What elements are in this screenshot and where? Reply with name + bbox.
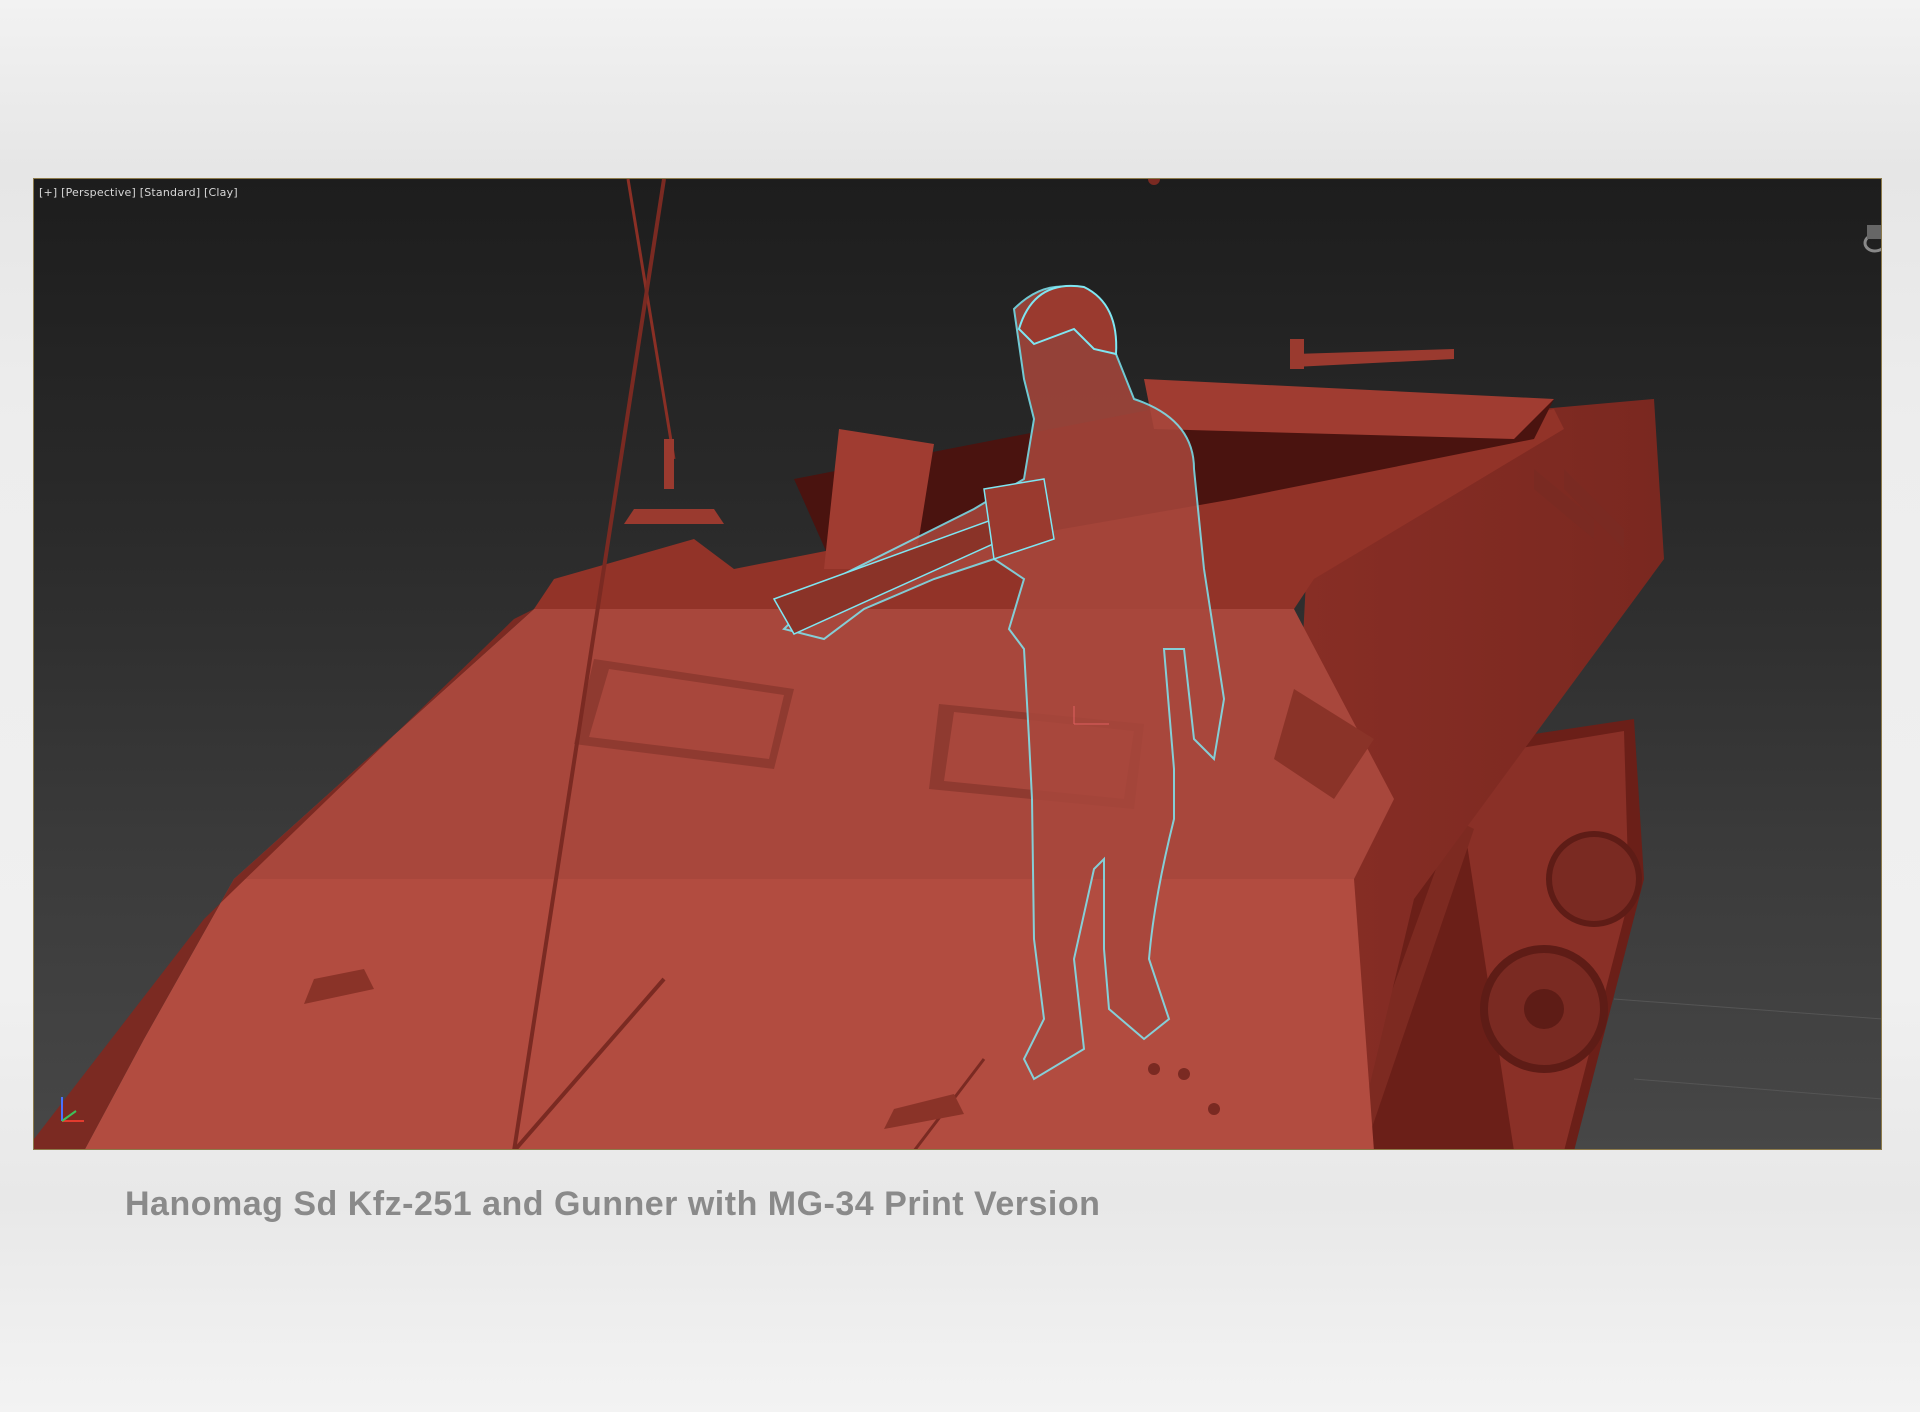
viewcube-icon[interactable] xyxy=(1853,221,1881,265)
3d-scene[interactable] xyxy=(34,179,1882,1150)
viewport-shading-menu[interactable]: [Standard] xyxy=(140,186,201,199)
ground-grid xyxy=(1613,998,1881,1100)
perspective-viewport[interactable]: [+] [Perspective] [Standard] [Clay] xyxy=(33,178,1882,1150)
xyz-axis-gizmo-icon xyxy=(61,1097,84,1122)
viewport-label-menu[interactable]: [+] [Perspective] [Standard] [Clay] xyxy=(39,186,238,199)
viewport-view-menu[interactable]: [Perspective] xyxy=(61,186,136,199)
viewport-plus-menu[interactable]: [+] xyxy=(39,186,57,199)
viewport-style-menu[interactable]: [Clay] xyxy=(204,186,238,199)
page-caption: Hanomag Sd Kfz-251 and Gunner with MG-34… xyxy=(125,1185,1101,1223)
